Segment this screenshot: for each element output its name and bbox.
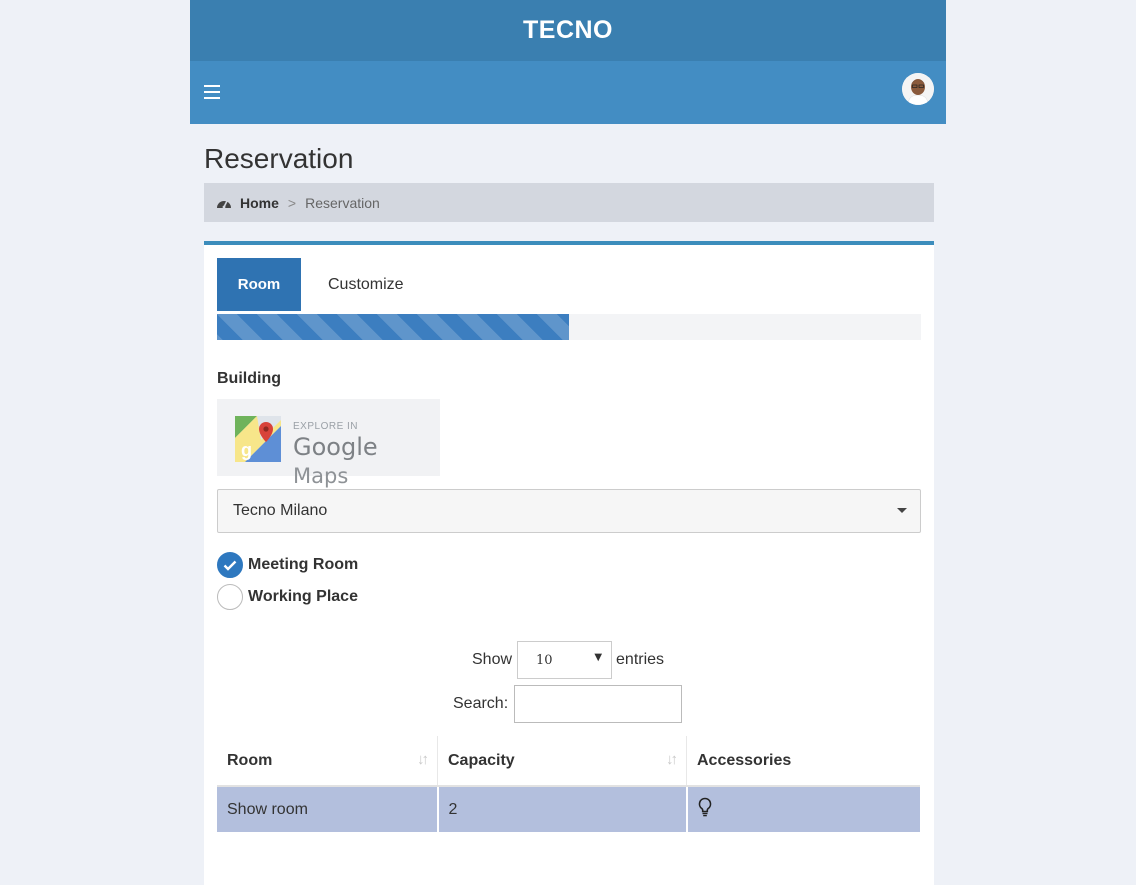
radio-label-working-place: Working Place (248, 588, 358, 605)
maps-google-text: Google (293, 433, 378, 461)
rooms-table: Room ↓↑ Capacity ↓↑ Accessories Show roo… (217, 736, 920, 832)
svg-text:g: g (241, 440, 252, 460)
radio-meeting-room[interactable]: Meeting Room (217, 552, 358, 578)
radio-unchecked-icon[interactable] (217, 584, 243, 610)
brand-title: TECNO (523, 16, 613, 44)
entries-length-value: 10 (536, 652, 553, 668)
chevron-down-icon (897, 508, 907, 513)
reservation-card: Room Customize Building g EXPLORE IN Goo… (204, 241, 934, 885)
chevron-down-icon: ▼ (594, 652, 603, 663)
explore-google-maps-button[interactable]: g EXPLORE IN Google Maps (217, 399, 440, 488)
maps-explore-text: EXPLORE IN (293, 421, 359, 432)
entries-length-control: Show 10 ▼ entries (472, 641, 664, 679)
column-header-accessories: Accessories (686, 736, 920, 787)
column-header-room[interactable]: Room ↓↑ (217, 736, 438, 787)
wizard-progress-bar (217, 314, 921, 340)
breadcrumb-home-link[interactable]: Home (240, 195, 279, 211)
page-title: Reservation (204, 143, 354, 174)
tab-room[interactable]: Room (217, 258, 301, 311)
app-container: TECNO Reservation Home > Reservation Roo… (190, 0, 946, 885)
menu-icon[interactable] (204, 85, 220, 99)
entries-length-select[interactable]: 10 ▼ (517, 641, 613, 679)
column-header-capacity[interactable]: Capacity ↓↑ (437, 736, 687, 787)
brand-bar: TECNO (190, 0, 946, 61)
cell-room: Show room (217, 786, 439, 832)
search-input[interactable] (514, 685, 683, 723)
nav-bar (190, 61, 946, 124)
building-select-value: Tecno Milano (233, 502, 328, 519)
show-label: Show (472, 651, 513, 668)
sort-icon: ↓↑ (666, 751, 678, 768)
maps-maps-text: Maps (293, 464, 349, 488)
breadcrumb-separator: > (287, 194, 297, 211)
google-maps-icon: g (235, 416, 281, 462)
table-row[interactable]: Show room 2 (217, 786, 920, 832)
cell-accessories (686, 786, 920, 832)
breadcrumb-current: Reservation (305, 194, 380, 211)
radio-label-meeting-room: Meeting Room (248, 556, 359, 573)
table-search-control: Search: (453, 685, 683, 723)
lightbulb-icon (698, 797, 711, 817)
sort-icon: ↓↑ (417, 751, 429, 768)
cell-capacity: 2 (437, 786, 688, 832)
tab-customize[interactable]: Customize (328, 258, 404, 311)
entries-label: entries (616, 651, 665, 668)
user-avatar[interactable] (902, 73, 934, 105)
dashboard-icon (217, 200, 231, 208)
building-label: Building (217, 370, 281, 387)
maps-brand-text: Google Maps (293, 433, 440, 489)
radio-working-place[interactable]: Working Place (217, 584, 358, 610)
progress-fill (217, 314, 569, 340)
search-label: Search: (453, 695, 509, 712)
building-select[interactable]: Tecno Milano (217, 489, 921, 533)
radio-checked-icon[interactable] (217, 552, 243, 578)
breadcrumb: Home > Reservation (204, 183, 934, 222)
